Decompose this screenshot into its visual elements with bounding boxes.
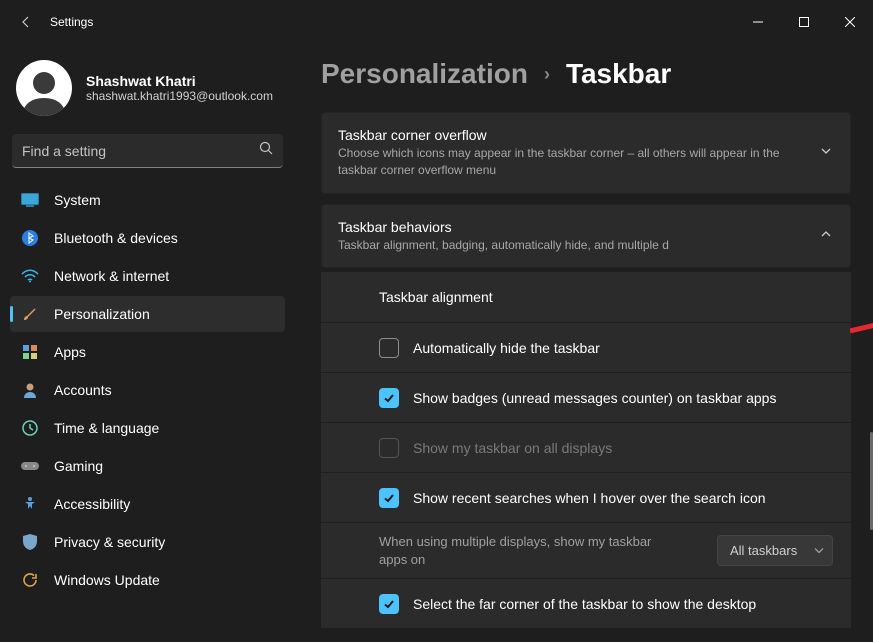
system-icon [20, 190, 40, 210]
clock-icon [20, 418, 40, 438]
sidebar-item-label: Apps [54, 344, 86, 360]
card-overflow[interactable]: Taskbar corner overflow Choose which ico… [321, 112, 851, 194]
card-subtitle: Choose which icons may appear in the tas… [338, 145, 802, 179]
sidebar-item-bluetooth[interactable]: Bluetooth & devices [10, 220, 285, 256]
chevron-down-icon [820, 144, 832, 162]
annotation-arrow [850, 299, 873, 339]
sidebar-item-shield[interactable]: Privacy & security [10, 524, 285, 560]
minimize-button[interactable] [735, 6, 781, 38]
label: Show badges (unread messages counter) on… [413, 390, 776, 406]
sidebar-item-update[interactable]: Windows Update [10, 562, 285, 598]
gamepad-icon [20, 456, 40, 476]
sidebar-item-label: Personalization [54, 306, 150, 322]
card-subtitle: Taskbar alignment, badging, automaticall… [338, 237, 802, 254]
window-title: Settings [50, 15, 93, 29]
brush-icon [20, 304, 40, 324]
sidebar-item-apps[interactable]: Apps [10, 334, 285, 370]
sidebar-item-brush[interactable]: Personalization [10, 296, 285, 332]
main-content: Personalization › Taskbar Taskbar corner… [295, 44, 873, 642]
checkbox-checked[interactable] [379, 388, 399, 408]
breadcrumb-current: Taskbar [566, 58, 671, 90]
checkbox-checked[interactable] [379, 594, 399, 614]
sidebar-item-label: Privacy & security [54, 534, 165, 550]
search-box[interactable] [12, 134, 283, 168]
sidebar-item-label: Accounts [54, 382, 112, 398]
label: Show my taskbar on all displays [413, 440, 612, 456]
back-button[interactable] [10, 6, 42, 38]
breadcrumb-parent[interactable]: Personalization [321, 58, 528, 90]
avatar [16, 60, 72, 116]
close-button[interactable] [827, 6, 873, 38]
row-all-displays: Show my taskbar on all displays [321, 422, 851, 472]
update-icon [20, 570, 40, 590]
checkbox-disabled [379, 438, 399, 458]
sidebar-item-label: Gaming [54, 458, 103, 474]
sidebar-item-label: Time & language [54, 420, 159, 436]
label: Taskbar alignment [379, 289, 493, 305]
sidebar-item-wifi[interactable]: Network & internet [10, 258, 285, 294]
card-behaviors[interactable]: Taskbar behaviors Taskbar alignment, bad… [321, 204, 851, 269]
label: When using multiple displays, show my ta… [379, 533, 679, 568]
label: Show recent searches when I hover over t… [413, 490, 766, 506]
sidebar: Shashwat Khatri shashwat.khatri1993@outl… [0, 44, 295, 642]
apps-icon [20, 342, 40, 362]
shield-icon [20, 532, 40, 552]
bluetooth-icon [20, 228, 40, 248]
behaviors-body: Taskbar alignment Automatically hide the… [321, 272, 851, 628]
profile-block[interactable]: Shashwat Khatri shashwat.khatri1993@outl… [10, 52, 285, 130]
row-recent-searches[interactable]: Show recent searches when I hover over t… [321, 472, 851, 522]
accessibility-icon [20, 494, 40, 514]
titlebar: Settings [0, 0, 873, 44]
sidebar-item-label: Windows Update [54, 572, 160, 588]
combo-all-taskbars: All taskbars [717, 535, 833, 566]
sidebar-item-label: Bluetooth & devices [54, 230, 178, 246]
checkbox-unchecked[interactable] [379, 338, 399, 358]
combo-value: All taskbars [730, 543, 797, 558]
chevron-up-icon [820, 227, 832, 245]
card-title: Taskbar corner overflow [338, 127, 802, 143]
profile-email: shashwat.khatri1993@outlook.com [86, 89, 273, 103]
search-icon [259, 141, 273, 160]
search-input[interactable] [22, 143, 259, 159]
breadcrumb: Personalization › Taskbar [321, 58, 851, 90]
card-title: Taskbar behaviors [338, 219, 802, 235]
sidebar-item-accessibility[interactable]: Accessibility [10, 486, 285, 522]
row-taskbar-alignment[interactable]: Taskbar alignment [321, 272, 851, 322]
checkbox-checked[interactable] [379, 488, 399, 508]
nav-list: System Bluetooth & devices Network & inter… [10, 182, 285, 598]
sidebar-item-label: Accessibility [54, 496, 130, 512]
row-multi-displays: When using multiple displays, show my ta… [321, 522, 851, 578]
label: Select the far corner of the taskbar to … [413, 596, 756, 612]
row-badges[interactable]: Show badges (unread messages counter) on… [321, 372, 851, 422]
person-icon [20, 380, 40, 400]
sidebar-item-label: Network & internet [54, 268, 169, 284]
sidebar-item-label: System [54, 192, 101, 208]
sidebar-item-clock[interactable]: Time & language [10, 410, 285, 446]
sidebar-item-gamepad[interactable]: Gaming [10, 448, 285, 484]
chevron-down-icon [814, 543, 824, 558]
label: Automatically hide the taskbar [413, 340, 600, 356]
row-autohide[interactable]: Automatically hide the taskbar [321, 322, 851, 372]
sidebar-item-person[interactable]: Accounts [10, 372, 285, 408]
row-far-corner[interactable]: Select the far corner of the taskbar to … [321, 578, 851, 628]
profile-name: Shashwat Khatri [86, 73, 273, 89]
chevron-right-icon: › [544, 64, 550, 85]
wifi-icon [20, 266, 40, 286]
sidebar-item-system[interactable]: System [10, 182, 285, 218]
maximize-button[interactable] [781, 6, 827, 38]
